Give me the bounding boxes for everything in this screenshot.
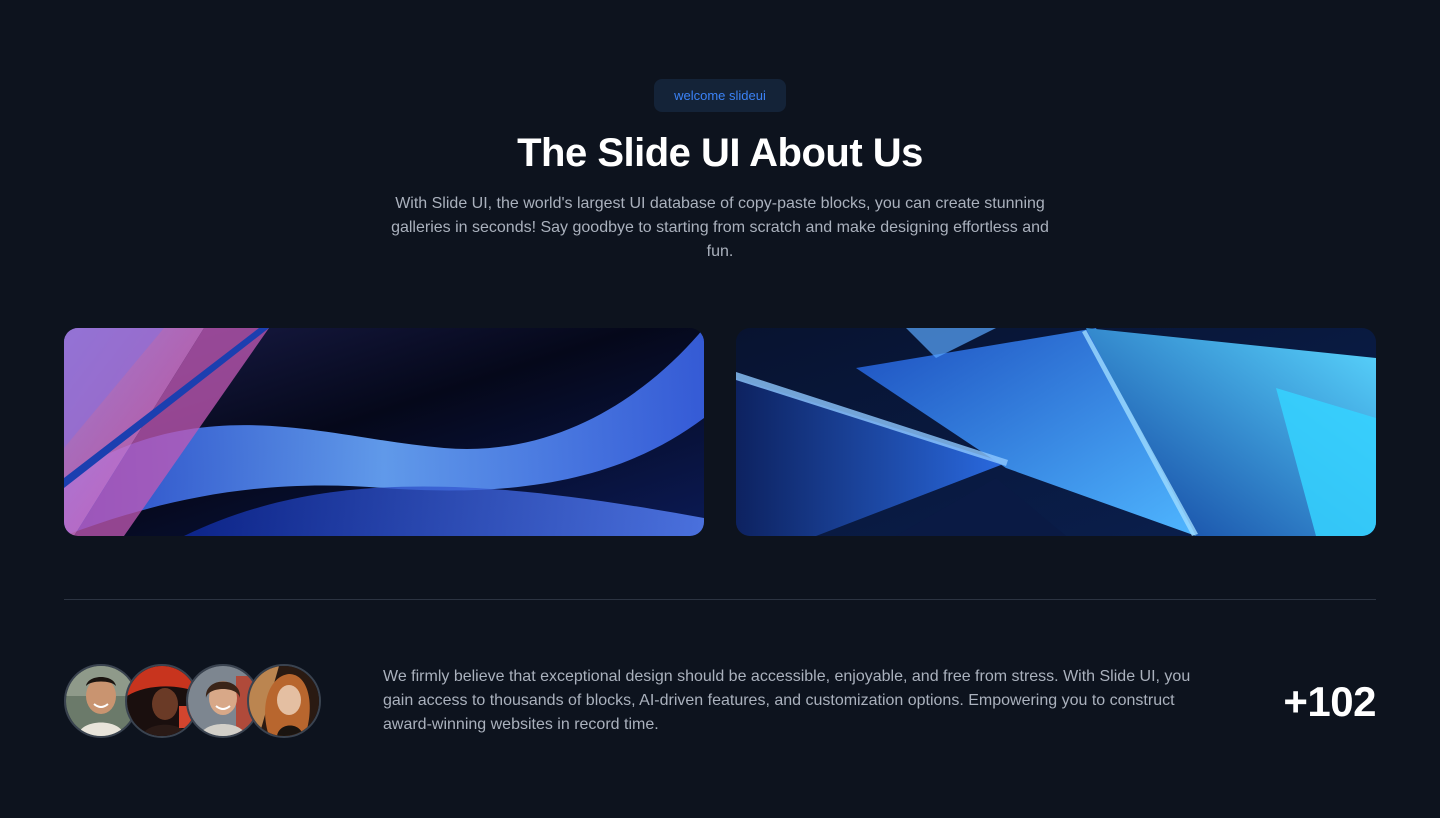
about-section: welcome slideui The Slide UI About Us Wi… <box>0 0 1440 818</box>
hero-description: With Slide UI, the world's largest UI da… <box>391 195 1049 260</box>
user-count: +102 <box>1283 678 1376 725</box>
section-divider <box>64 599 1376 600</box>
avatar-group <box>64 664 324 738</box>
page-title: The Slide UI About Us <box>517 131 923 175</box>
gallery-image-waves <box>64 328 704 536</box>
avatar <box>247 664 321 738</box>
welcome-badge: welcome slideui <box>654 79 786 112</box>
gallery-image-crystals <box>736 328 1376 536</box>
about-text: We firmly believe that exceptional desig… <box>383 668 1191 733</box>
